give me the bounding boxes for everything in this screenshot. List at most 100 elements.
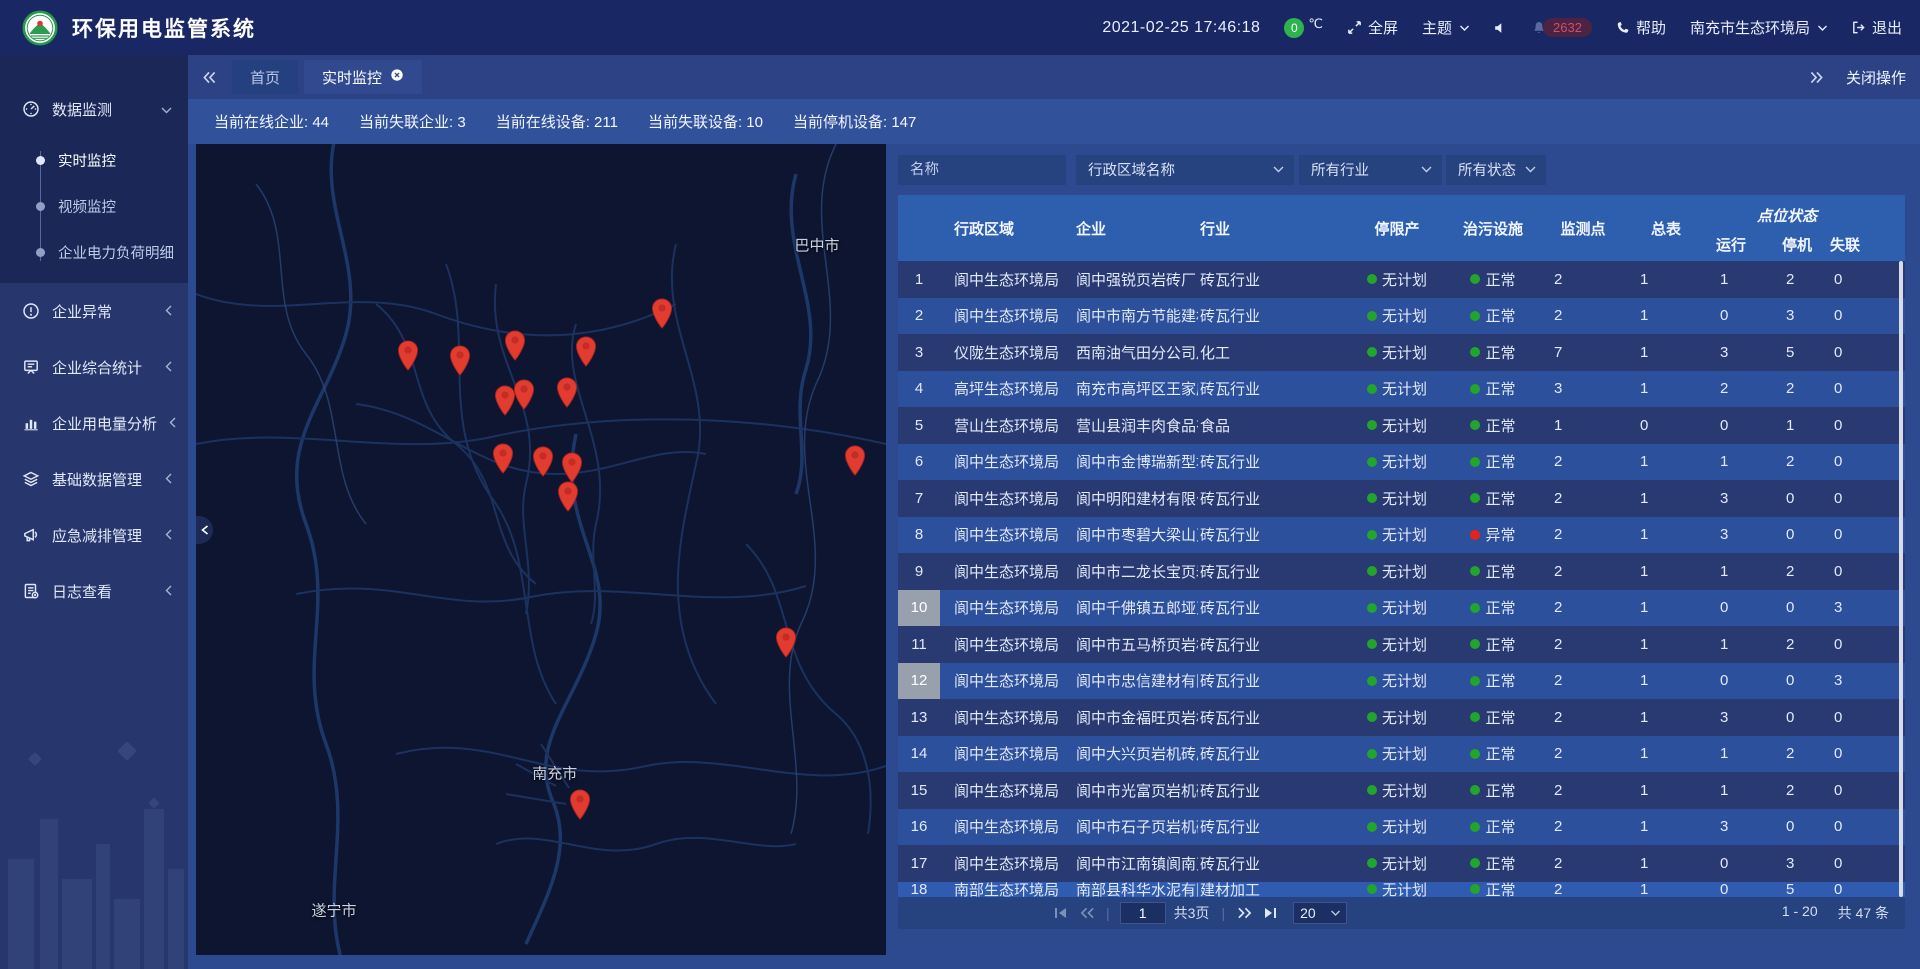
cell-facility-status: 正常 xyxy=(1446,553,1540,590)
cell-industry: 砖瓦行业 xyxy=(1198,845,1348,882)
map-pin-9[interactable] xyxy=(532,446,554,477)
table-row-17[interactable]: 17阆中生态环境局阆中市江南镇阆南页岩砖瓦行业无计划正常21030 xyxy=(898,845,1905,882)
tab-close-icon[interactable] xyxy=(390,68,404,86)
last-page-button[interactable] xyxy=(1257,902,1283,924)
table-row-14[interactable]: 14阆中生态环境局阆中大兴页岩机砖厂砖瓦行业无计划正常21120 xyxy=(898,736,1905,773)
sidebar-item-0[interactable]: 数据监测 xyxy=(0,81,188,137)
tab-0[interactable]: 首页 xyxy=(232,60,298,94)
cell-region: 阆中生态环境局 xyxy=(940,590,1070,627)
sidebar-item-5[interactable]: 应急减排管理 xyxy=(0,507,188,563)
sidebar-subitem-0-0[interactable]: 实时监控 xyxy=(0,137,188,183)
map-pin-2[interactable] xyxy=(504,330,526,361)
tab-bar: 首页 实时监控 关闭操作 xyxy=(188,55,1920,99)
map-pin-12[interactable] xyxy=(844,445,866,476)
close-operations-button[interactable]: 关闭操作 xyxy=(1846,67,1906,88)
table-row-9[interactable]: 9阆中生态环境局阆中市二龙长宝页岩砖砖瓦行业无计划正常21120 xyxy=(898,553,1905,590)
industry-filter-select[interactable]: 所有行业 xyxy=(1299,155,1442,185)
status-dot xyxy=(1367,347,1377,357)
map-pin-7[interactable] xyxy=(556,377,578,408)
table-row-6[interactable]: 6阆中生态环境局阆中市金博瑞新型墙材砖瓦行业无计划正常21120 xyxy=(898,444,1905,481)
map-pin-14[interactable] xyxy=(569,789,591,820)
cell-meter: 1 xyxy=(1626,590,1706,627)
map-pin-6[interactable] xyxy=(513,379,535,410)
sidebar-item-6[interactable]: 日志查看 xyxy=(0,563,188,619)
next-page-button[interactable] xyxy=(1231,902,1257,924)
tabs-scroll-left-button[interactable] xyxy=(194,61,224,93)
fullscreen-button[interactable]: 全屏 xyxy=(1347,17,1398,38)
map-panel[interactable]: 巴中市南充市遂宁市 xyxy=(196,144,886,955)
sidebar-item-4[interactable]: 基础数据管理 xyxy=(0,451,188,507)
map-pin-11[interactable] xyxy=(557,481,579,512)
cell-region: 阆中生态环境局 xyxy=(940,444,1070,481)
cell-run: 0 xyxy=(1706,882,1772,897)
alert-circle-icon xyxy=(22,302,40,320)
cell-lost: 0 xyxy=(1820,553,1868,590)
theme-dropdown[interactable]: 主题 xyxy=(1422,17,1469,38)
status-filter-select[interactable]: 所有状态 xyxy=(1446,155,1546,185)
cell-stop: 0 xyxy=(1772,590,1820,627)
region-filter-select[interactable]: 行政区域名称 xyxy=(1076,155,1294,185)
map-pin-1[interactable] xyxy=(449,345,471,376)
prev-page-button[interactable] xyxy=(1074,902,1100,924)
col-point-status-group: 点位状态 xyxy=(1706,195,1868,228)
cell-points: 2 xyxy=(1540,736,1626,773)
table-scrollbar[interactable] xyxy=(1899,261,1903,897)
table-row-3[interactable]: 3仪陇生态环境局西南油气田分公司川中化工无计划正常71350 xyxy=(898,334,1905,371)
table-row-4[interactable]: 4高坪生态环境局南充市高坪区王家店建砖瓦行业无计划正常31220 xyxy=(898,371,1905,408)
table-row-18[interactable]: 18南部生态环境局南部县科华水泥有限公建材加工无计划正常21050 xyxy=(898,882,1905,897)
table-row-12[interactable]: 12阆中生态环境局阆中市忠信建材有限公砖瓦行业无计划正常21003 xyxy=(898,663,1905,700)
tab-label: 实时监控 xyxy=(322,67,382,88)
tab-1[interactable]: 实时监控 xyxy=(304,60,422,94)
cell-run: 1 xyxy=(1706,772,1772,809)
timeline-dot xyxy=(36,156,45,165)
table-row-7[interactable]: 7阆中生态环境局阆中明阳建材有限公司砖瓦行业无计划正常21300 xyxy=(898,480,1905,517)
sidebar-item-2[interactable]: 企业综合统计 xyxy=(0,339,188,395)
cell-points: 2 xyxy=(1540,261,1626,298)
help-button[interactable]: 帮助 xyxy=(1616,17,1666,38)
notification-bell[interactable]: 2632 xyxy=(1531,18,1592,37)
first-page-button[interactable] xyxy=(1048,902,1074,924)
chevron-left-icon xyxy=(165,527,172,544)
voice-toggle-button[interactable] xyxy=(1493,21,1507,35)
cell-lost: 0 xyxy=(1820,334,1868,371)
sidebar-item-1[interactable]: 企业异常 xyxy=(0,283,188,339)
cell-company: 南部县科华水泥有限公 xyxy=(1070,882,1198,897)
map-pin-13[interactable] xyxy=(775,627,797,658)
logout-button[interactable]: 退出 xyxy=(1851,17,1902,38)
map-pin-0[interactable] xyxy=(397,340,419,371)
map-pin-8[interactable] xyxy=(492,443,514,474)
user-menu[interactable]: 南充市生态环境局 xyxy=(1690,17,1827,38)
cell-stop: 2 xyxy=(1772,626,1820,663)
cell-points: 2 xyxy=(1540,626,1626,663)
temperature-badge: 0 xyxy=(1284,18,1304,38)
table-row-10[interactable]: 10阆中生态环境局阆中千佛镇五郎垭页岩砖瓦行业无计划正常21003 xyxy=(898,590,1905,627)
table-row-11[interactable]: 11阆中生态环境局阆中市五马桥页岩机砖砖瓦行业无计划正常21120 xyxy=(898,626,1905,663)
map-pin-3[interactable] xyxy=(575,336,597,367)
table-row-15[interactable]: 15阆中生态环境局阆中市光富页岩机砖厂砖瓦行业无计划正常21120 xyxy=(898,772,1905,809)
cell-run: 3 xyxy=(1706,334,1772,371)
enterprise-table: 行政区域 企业 行业 停限产 治污设施 监测点 总表 点位状态 运行 停机 失联 xyxy=(898,195,1905,897)
cell-region: 营山生态环境局 xyxy=(940,407,1070,444)
tabs-scroll-right-button[interactable] xyxy=(1802,61,1832,93)
cell-limit-status: 无计划 xyxy=(1348,334,1446,371)
cell-run: 0 xyxy=(1706,663,1772,700)
sidebar-subitem-0-2[interactable]: 企业电力负荷明细 xyxy=(0,229,188,275)
page-number-input[interactable] xyxy=(1120,902,1166,924)
cell-meter: 1 xyxy=(1626,298,1706,335)
page-size-select[interactable]: 20 xyxy=(1293,902,1347,924)
table-row-1[interactable]: 1阆中生态环境局阆中强锐页岩砖厂砖瓦行业无计划正常21120 xyxy=(898,261,1905,298)
cell-limit-status: 无计划 xyxy=(1348,663,1446,700)
table-row-2[interactable]: 2阆中生态环境局阆中市南方节能建材有砖瓦行业无计划正常21030 xyxy=(898,298,1905,335)
row-index: 18 xyxy=(898,882,940,897)
table-row-5[interactable]: 5营山生态环境局营山县润丰肉食品有限食品无计划正常10010 xyxy=(898,407,1905,444)
sidebar-item-3[interactable]: 企业用电量分析 xyxy=(0,395,188,451)
table-row-13[interactable]: 13阆中生态环境局阆中市金福旺页岩机砖砖瓦行业无计划正常21300 xyxy=(898,699,1905,736)
cell-facility-status: 正常 xyxy=(1446,298,1540,335)
table-row-16[interactable]: 16阆中生态环境局阆中市石子页岩机砖厂砖瓦行业无计划正常21300 xyxy=(898,809,1905,846)
status-dot xyxy=(1470,566,1480,576)
map-pin-4[interactable] xyxy=(651,298,673,329)
name-filter-input[interactable] xyxy=(898,155,1066,185)
map-pin-10[interactable] xyxy=(561,452,583,483)
table-row-8[interactable]: 8阆中生态环境局阆中市枣碧大梁山页岩砖瓦行业无计划异常21300 xyxy=(898,517,1905,554)
sidebar-subitem-0-1[interactable]: 视频监控 xyxy=(0,183,188,229)
